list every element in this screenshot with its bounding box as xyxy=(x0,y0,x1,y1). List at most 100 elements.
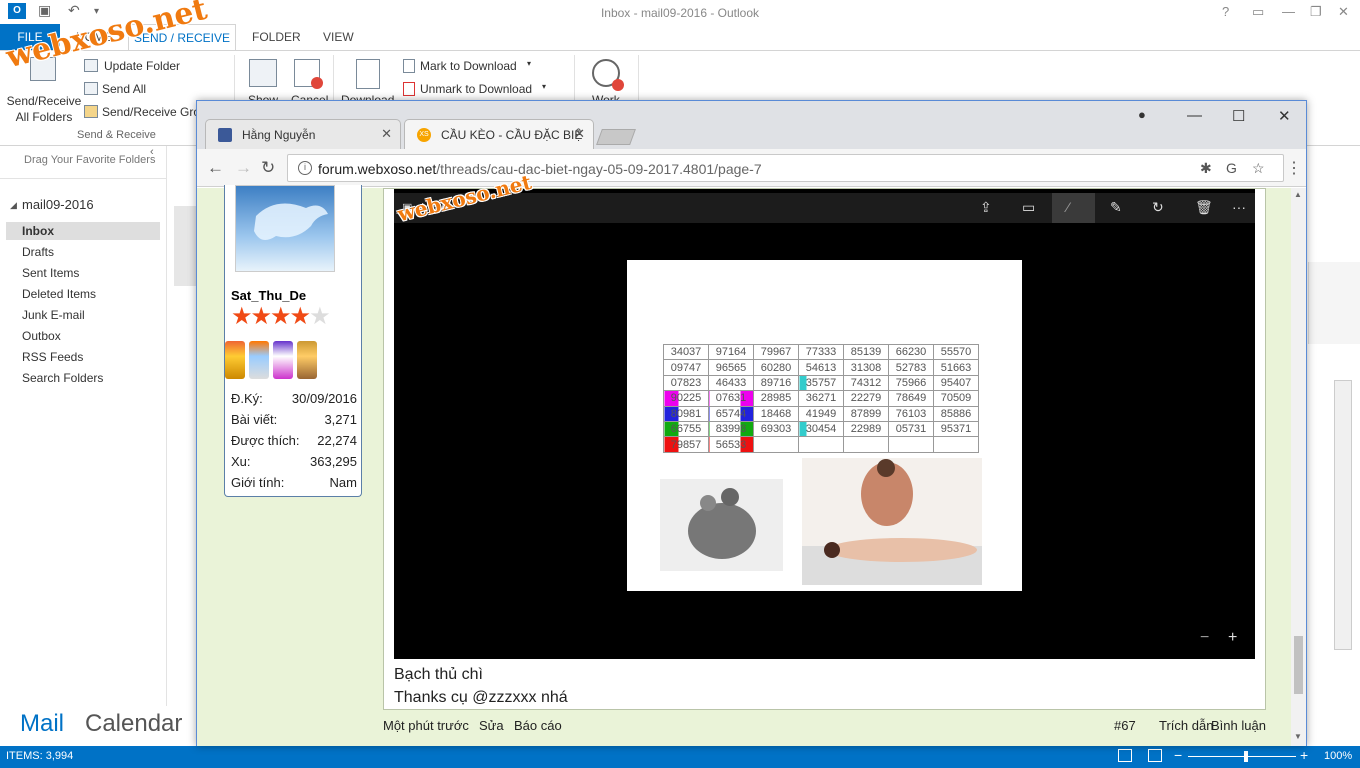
facebook-icon xyxy=(218,128,232,142)
edit-icon[interactable]: ✎ xyxy=(1110,199,1122,216)
normal-view-icon[interactable] xyxy=(1118,749,1132,762)
edit-link[interactable]: Sửa xyxy=(479,718,504,733)
unmark-dropdown-icon[interactable]: ▾ xyxy=(542,82,546,91)
reload-icon[interactable]: ↻ xyxy=(261,158,275,178)
stat-likes: Được thích: 22,274 xyxy=(231,433,357,448)
comment-link[interactable]: Bình luận xyxy=(1211,718,1266,733)
help-icon[interactable]: ? xyxy=(1222,4,1229,19)
table-cell: 07823 xyxy=(663,374,709,392)
xs-site-icon: XS xyxy=(417,128,431,142)
reading-pane-scrollbar[interactable] xyxy=(1334,380,1352,650)
chrome-menu-icon[interactable]: ⋮ xyxy=(1286,158,1302,178)
more-icon[interactable]: ··· xyxy=(1232,199,1246,215)
close-icon[interactable]: ✕ xyxy=(1338,4,1349,20)
post-line-2: Thanks cụ @zzzxxx nhá xyxy=(394,689,568,706)
quote-link[interactable]: Trích dẫn xyxy=(1159,718,1213,733)
scrollbar-thumb[interactable] xyxy=(1294,636,1303,694)
table-cell: 35757 xyxy=(798,374,844,392)
folder-rss-feeds[interactable]: RSS Feeds xyxy=(22,350,83,364)
post-time[interactable]: Một phút trước xyxy=(383,718,469,733)
restore-icon[interactable]: ❐ xyxy=(1310,4,1322,20)
medal-icon xyxy=(273,341,293,379)
enhance-button[interactable] xyxy=(1052,193,1095,223)
browser-toolbar: ← → ↻ i forum.webxoso.net/threads/cau-da… xyxy=(197,149,1306,187)
table-row: 79857 56533 xyxy=(663,436,979,453)
username[interactable]: Sat_Thu_De xyxy=(231,288,306,303)
reading-view-icon[interactable] xyxy=(1148,749,1162,762)
table-cell: 51663 xyxy=(933,359,979,376)
table-cell: 75966 xyxy=(888,374,934,392)
back-icon[interactable]: ← xyxy=(207,158,224,178)
folder-outbox[interactable]: Outbox xyxy=(22,329,61,343)
send-all-icon xyxy=(84,82,98,95)
scroll-down-icon[interactable]: ▼ xyxy=(1294,732,1302,741)
minimize-icon[interactable]: — xyxy=(1187,107,1202,124)
profile-icon[interactable]: ● xyxy=(1138,107,1146,122)
close-tab-icon[interactable]: ✕ xyxy=(381,126,392,142)
tab-webxoso[interactable]: XS CẦU KÈO - CẦU ĐẶC BIỆ ✕ xyxy=(404,119,594,149)
table-row: 09747 96565 60280 54613 31308 52783 51663 xyxy=(663,359,979,376)
minimize-icon[interactable]: — xyxy=(1282,4,1295,19)
close-icon[interactable]: ✕ xyxy=(1278,107,1291,125)
close-tab-icon[interactable]: ✕ xyxy=(574,126,585,142)
tab-folder[interactable]: FOLDER xyxy=(252,30,301,44)
delete-icon[interactable]: 🗑 xyxy=(1195,199,1213,216)
update-folder-button[interactable]: Update Folder xyxy=(104,59,180,73)
tab-facebook[interactable]: Hằng Nguyễn ✕ xyxy=(205,119,401,149)
nav-calendar[interactable]: Calendar xyxy=(85,710,182,738)
table-cell: 52783 xyxy=(888,359,934,376)
table-cell: 83998 xyxy=(708,420,754,438)
send-receive-group-label: Send & Receive xyxy=(77,129,156,141)
address-bar[interactable]: i forum.webxoso.net/threads/cau-dac-biet… xyxy=(287,154,1284,182)
table-cell: 46433 xyxy=(708,374,754,392)
share-icon[interactable]: ⇪ xyxy=(980,199,992,216)
slideshow-icon[interactable]: ▭ xyxy=(1022,199,1035,216)
unmark-to-download-button[interactable]: Unmark to Download xyxy=(420,82,532,96)
avatar[interactable] xyxy=(235,185,335,272)
zoom-out-icon[interactable]: − xyxy=(1174,747,1182,763)
send-receive-groups-icon xyxy=(84,105,98,118)
star-icon: ★ xyxy=(270,303,291,330)
account-expand-icon[interactable]: ◢ xyxy=(10,200,17,211)
report-link[interactable]: Báo cáo xyxy=(514,718,562,733)
page-scrollbar[interactable]: ▲ ▼ xyxy=(1291,188,1306,746)
post-number[interactable]: #67 xyxy=(1114,718,1136,733)
maximize-icon[interactable]: ☐ xyxy=(1232,107,1245,125)
mark-to-download-button[interactable]: Mark to Download xyxy=(420,59,517,73)
zoom-slider-track[interactable] xyxy=(1188,756,1296,757)
viewer-zoom-out-icon[interactable]: − xyxy=(1200,629,1209,647)
folder-drafts[interactable]: Drafts xyxy=(22,245,54,259)
bookmark-star-icon[interactable]: ☆ xyxy=(1252,160,1265,177)
table-cell: 95407 xyxy=(933,374,979,392)
nav-mail[interactable]: Mail xyxy=(20,710,64,738)
mark-dropdown-icon[interactable]: ▾ xyxy=(527,59,531,68)
scroll-up-icon[interactable]: ▲ xyxy=(1294,190,1302,199)
zoom-slider-thumb[interactable] xyxy=(1244,751,1248,762)
folder-search-folders[interactable]: Search Folders xyxy=(22,371,103,385)
send-receive-groups-button[interactable]: Send/Receive Gro xyxy=(102,105,200,119)
tab-view[interactable]: VIEW xyxy=(323,30,354,44)
forum-content: Sat_Thu_De ★★★★★ Đ.Ký: 30/09/2016 Bài viế… xyxy=(197,185,1291,746)
info-icon[interactable]: i xyxy=(298,161,312,175)
send-all-button[interactable]: Send All xyxy=(102,82,146,96)
translate-icon[interactable]: G xyxy=(1226,160,1237,176)
send-receive-all-button[interactable]: Send/Receive All Folders xyxy=(6,93,82,125)
rotate-icon[interactable]: ↻ xyxy=(1152,199,1164,216)
reading-pane-edge xyxy=(1308,262,1360,344)
table-cell xyxy=(753,436,799,453)
table-cell: 56533 xyxy=(708,436,754,453)
viewer-zoom-in-icon[interactable]: + xyxy=(1228,629,1237,647)
ribbon-display-icon[interactable]: ▭ xyxy=(1252,4,1264,20)
folder-inbox[interactable]: Inbox xyxy=(22,224,54,238)
extension-blocked-icon[interactable]: ✱ xyxy=(1200,160,1212,177)
zoom-in-icon[interactable]: + xyxy=(1300,747,1308,763)
account-name[interactable]: mail09-2016 xyxy=(22,197,94,212)
new-tab-button[interactable] xyxy=(596,129,636,145)
post-line-1: Bạch thủ chì xyxy=(394,666,483,683)
stat-value: 3,271 xyxy=(324,412,357,427)
stat-value: Nam xyxy=(329,475,357,490)
folder-deleted-items[interactable]: Deleted Items xyxy=(22,287,96,301)
folder-sent-items[interactable]: Sent Items xyxy=(22,266,79,280)
forward-icon[interactable]: → xyxy=(235,158,252,178)
folder-junk-email[interactable]: Junk E-mail xyxy=(22,308,85,322)
